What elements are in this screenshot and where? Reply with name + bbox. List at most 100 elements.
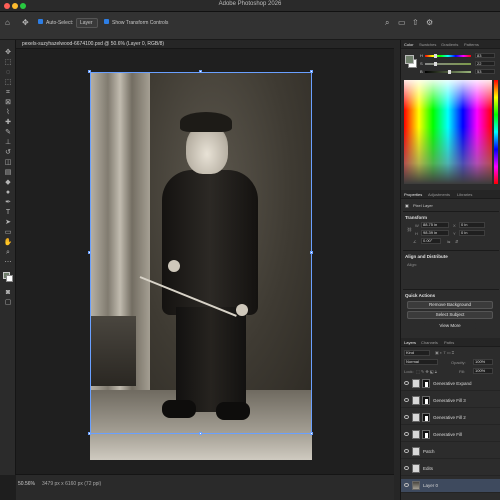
foreground-color-swatch[interactable] [405,55,414,64]
filter-icons[interactable]: ▣ ◐ T ▭ ⌗ [435,350,454,355]
slider-h-knob[interactable] [434,54,438,58]
move-tool-icon[interactable]: ✥ [22,18,29,28]
tab-layers[interactable]: Layers [404,340,416,345]
visibility-eye-icon[interactable] [404,415,409,419]
layer-row[interactable]: Generative Expand [401,377,500,391]
tab-gradients[interactable]: Gradients [441,42,458,47]
select-subject-button[interactable]: Select Subject [407,311,493,319]
view-more-button[interactable]: View More [423,322,477,330]
layer-row[interactable]: Generative Fill [401,428,500,442]
layer-row[interactable]: Generative Fill 3 [401,394,500,408]
status-document-info[interactable]: 3479 px x 6160 px (72 ppi) [42,481,101,487]
visibility-eye-icon[interactable] [404,466,409,470]
transform-handle-top-right[interactable] [310,70,313,73]
layer-row[interactable]: Generative Fill 2 [401,411,500,425]
visibility-eye-icon[interactable] [404,449,409,453]
screen-mode-icon[interactable]: ▢ [3,298,13,307]
slider-s-value[interactable]: 22 [475,61,495,66]
y-field[interactable]: 0 in [459,230,485,236]
auto-select-dropdown[interactable]: Layer [76,18,98,28]
filter-kind-dropdown[interactable]: Kind [404,350,430,356]
layer-row[interactable]: Edits [401,462,500,476]
share-icon[interactable]: ⇧ [412,18,419,28]
tab-channels[interactable]: Channels [421,340,438,345]
visibility-eye-icon[interactable] [404,432,409,436]
tab-libraries[interactable]: Libraries [457,192,472,197]
transform-handle-bottom-right[interactable] [310,432,313,435]
link-icon[interactable]: ⛓ [407,227,412,232]
hand-tool-icon[interactable]: ✋ [3,238,13,247]
transform-handle-bottom[interactable] [199,432,202,435]
transform-handle-left[interactable] [88,251,91,254]
brush-tool-icon[interactable]: ✎ [3,128,13,137]
layer-mask-thumbnail[interactable] [422,379,430,388]
gradient-tool-icon[interactable]: ▤ [3,168,13,177]
path-selection-tool-icon[interactable]: ➤ [3,218,13,227]
tab-properties[interactable]: Properties [404,192,422,197]
quick-actions-header[interactable]: Quick Actions [405,293,435,298]
slider-b-value[interactable]: 53 [475,69,495,74]
background-color-swatch[interactable] [6,275,13,282]
eyedropper-tool-icon[interactable]: ⌇ [3,108,13,117]
visibility-eye-icon[interactable] [404,398,409,402]
visibility-eye-icon[interactable] [404,483,409,487]
transform-handle-bottom-left[interactable] [88,432,91,435]
frame-tool-icon[interactable]: ⊠ [3,98,13,107]
auto-select-checkbox[interactable] [38,19,43,24]
zoom-tool-icon[interactable]: ⌕ [3,248,13,257]
tab-adjustments[interactable]: Adjustments [428,192,450,197]
workspace-icon[interactable]: ▭ [398,18,406,28]
blur-tool-icon[interactable]: ◆ [3,178,13,187]
layer-mask-thumbnail[interactable] [422,430,430,439]
flip-vertical-icon[interactable]: ⇵ [455,239,458,244]
object-selection-tool-icon[interactable]: ⬚ [3,78,13,87]
transform-bounding-box[interactable] [90,72,312,434]
document-tab[interactable]: pexels-suzyhazelwood-6674100.psd @ 50.6%… [16,40,394,49]
lock-icons[interactable]: ⬚ ✎ ✥ ⬕ 🔒︎ [416,369,437,374]
angle-field[interactable]: 0.00° [421,238,441,244]
rectangle-tool-icon[interactable]: ▭ [3,228,13,237]
slider-h-value[interactable]: 83 [475,53,495,58]
align-section-header[interactable]: Align and Distribute [405,254,448,259]
tab-patterns[interactable]: Patterns [464,42,479,47]
blend-mode-dropdown[interactable]: Normal [404,359,438,365]
flip-horizontal-icon[interactable]: ⇋ [447,239,450,244]
canvas-area[interactable] [16,49,394,474]
visibility-eye-icon[interactable] [404,381,409,385]
tab-paths[interactable]: Paths [444,340,454,345]
slider-s-knob[interactable] [433,62,437,66]
lasso-tool-icon[interactable]: ◌ [3,68,13,77]
tab-swatches[interactable]: Swatches [419,42,436,47]
type-tool-icon[interactable]: T [3,208,13,217]
history-brush-tool-icon[interactable]: ↺ [3,148,13,157]
dodge-tool-icon[interactable]: ● [3,188,13,197]
move-tool-icon[interactable]: ✥ [3,48,13,57]
clone-stamp-tool-icon[interactable]: ⊥ [3,138,13,147]
crop-tool-icon[interactable]: ⌗ [3,88,13,97]
pen-tool-icon[interactable]: ✒ [3,198,13,207]
search-icon[interactable]: ⌕ [385,18,389,28]
hue-bar[interactable] [494,80,498,184]
transform-handle-right[interactable] [310,251,313,254]
layer-mask-thumbnail[interactable] [422,396,430,405]
remove-background-button[interactable]: Remove Background [407,301,493,309]
transform-handle-top-left[interactable] [88,70,91,73]
home-icon[interactable]: ⌂ [5,18,10,28]
layer-row[interactable]: Patch [401,445,500,459]
tab-color[interactable]: Color [404,42,414,47]
transform-section-header[interactable]: Transform [405,215,427,220]
eraser-tool-icon[interactable]: ◫ [3,158,13,167]
slider-h-track[interactable] [425,55,471,57]
slider-s-track[interactable] [425,63,471,65]
height-field[interactable]: 98.39 in [421,230,449,236]
layer-mask-thumbnail[interactable] [422,413,430,422]
status-zoom[interactable]: 50.56% [18,481,35,487]
x-field[interactable]: 0 in [459,222,485,228]
slider-b-knob[interactable] [447,70,451,74]
layer-row[interactable]: Layer 0 [401,479,500,493]
opacity-field[interactable]: 100% [473,359,493,365]
spot-healing-tool-icon[interactable]: ✚ [3,118,13,127]
settings-gear-icon[interactable]: ⚙ [426,18,433,28]
transform-handle-top[interactable] [199,70,202,73]
width-field[interactable]: 88.75 in [421,222,449,228]
